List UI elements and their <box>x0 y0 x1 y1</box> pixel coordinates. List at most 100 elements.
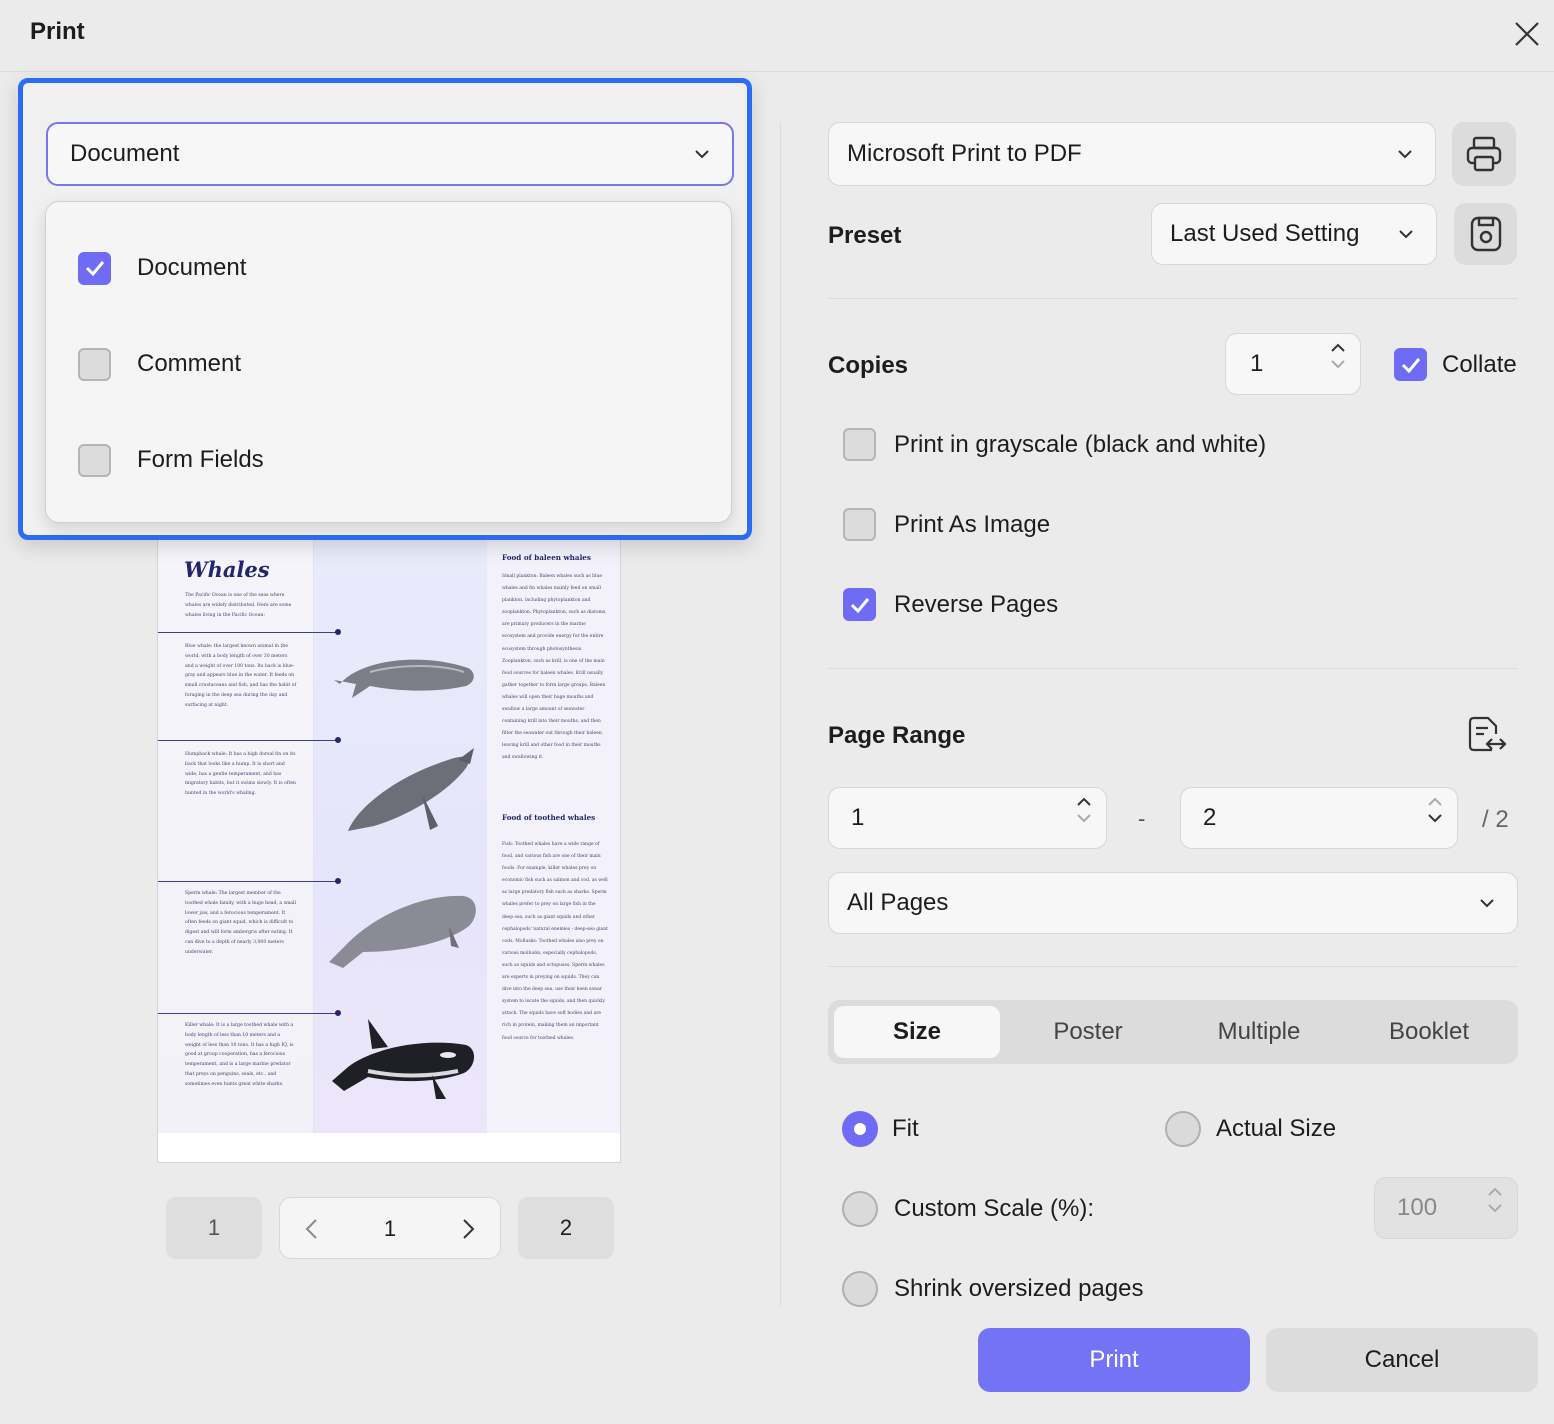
tab-size[interactable]: Size <box>834 1006 1000 1058</box>
custom-scale-option[interactable]: Custom Scale (%): <box>842 1191 1094 1227</box>
content-select[interactable]: Document <box>46 122 734 186</box>
preset-select[interactable]: Last Used Setting <box>1151 203 1437 265</box>
preset-label: Preset <box>828 222 902 249</box>
chevron-up-icon[interactable] <box>1427 796 1443 808</box>
preview-divider <box>158 632 338 633</box>
grayscale-option[interactable]: Print in grayscale (black and white) <box>843 428 1266 461</box>
shrink-oversized-option[interactable]: Shrink oversized pages <box>842 1271 1143 1307</box>
copies-value: 1 <box>1250 350 1264 377</box>
actual-size-radio[interactable] <box>1165 1111 1201 1147</box>
reverse-pages-option[interactable]: Reverse Pages <box>843 588 1058 621</box>
chevron-down-icon[interactable] <box>1427 812 1443 824</box>
page-range-from-stepper[interactable] <box>1076 796 1092 824</box>
custom-scale-radio[interactable] <box>842 1191 878 1227</box>
previous-page-button[interactable] <box>294 1212 328 1246</box>
copies-input[interactable]: 1 <box>1225 333 1361 395</box>
page-range-swap-button[interactable] <box>1466 714 1508 756</box>
tab-multiple[interactable]: Multiple <box>1176 1006 1342 1058</box>
chevron-down-icon <box>1480 899 1494 908</box>
dropdown-option-comment[interactable]: Comment <box>46 332 733 396</box>
last-page-button[interactable]: 2 <box>518 1197 614 1259</box>
first-page-button[interactable]: 1 <box>166 1197 262 1259</box>
page-range-mode-select[interactable]: All Pages <box>828 872 1518 934</box>
preview-marker <box>335 737 341 743</box>
tab-booklet[interactable]: Booklet <box>1346 1006 1512 1058</box>
cancel-button[interactable]: Cancel <box>1266 1328 1538 1392</box>
chevron-left-icon <box>305 1219 317 1239</box>
preview-marker <box>335 878 341 884</box>
reverse-pages-checkbox[interactable] <box>843 588 876 621</box>
printer-select-value: Microsoft Print to PDF <box>847 140 1082 167</box>
print-as-image-label: Print As Image <box>894 510 1051 538</box>
section-divider <box>828 298 1518 299</box>
shrink-oversized-label: Shrink oversized pages <box>894 1275 1144 1302</box>
close-button[interactable] <box>1508 15 1546 53</box>
chevron-up-icon[interactable] <box>1330 342 1346 354</box>
page-range-from-input[interactable]: 1 <box>828 787 1107 849</box>
print-as-image-checkbox[interactable] <box>843 508 876 541</box>
page-range-to-input[interactable]: 2 <box>1180 787 1458 849</box>
page-range-to-value: 2 <box>1203 804 1217 831</box>
blue-whale-illustration <box>334 659 474 698</box>
close-icon <box>1515 22 1539 46</box>
fit-radio[interactable] <box>842 1111 878 1147</box>
actual-size-label: Actual Size <box>1216 1115 1337 1142</box>
page-range-mode-value: All Pages <box>847 889 949 916</box>
page-range-swap-icon <box>1468 716 1507 752</box>
chevron-up-icon[interactable] <box>1487 1186 1503 1198</box>
preview-toothed-text: Fish: Toothed whales have a wide range o… <box>502 842 608 1041</box>
chevron-down-icon[interactable] <box>1487 1202 1503 1214</box>
preview-title: Whales <box>184 557 270 582</box>
save-icon <box>1470 216 1501 252</box>
chevron-down-icon[interactable] <box>1330 358 1346 370</box>
print-as-image-option[interactable]: Print As Image <box>843 508 1050 541</box>
copies-stepper[interactable] <box>1330 342 1346 370</box>
preview-toothed-heading: Food of toothed whales <box>502 813 596 822</box>
content-select-value: Document <box>70 140 180 167</box>
dialog-title: Print <box>30 18 85 45</box>
option-label: Comment <box>137 350 242 377</box>
printer-icon <box>1466 136 1502 172</box>
actual-size-option[interactable]: Actual Size <box>1165 1111 1336 1147</box>
print-button[interactable]: Print <box>978 1328 1250 1392</box>
custom-scale-label: Custom Scale (%): <box>894 1195 1095 1222</box>
custom-scale-stepper[interactable] <box>1487 1186 1503 1214</box>
page-total: / 2 <box>1482 806 1509 833</box>
preview-humpback-text: Humpback whale: It has a high dorsal fin… <box>185 752 297 797</box>
printer-properties-button[interactable] <box>1452 122 1516 186</box>
title-bar <box>0 0 1554 72</box>
option-label: Form Fields <box>137 446 264 473</box>
document-checkbox[interactable] <box>78 251 111 285</box>
page-navigator: 1 <box>279 1197 501 1259</box>
grayscale-checkbox[interactable] <box>843 428 876 461</box>
dropdown-option-document[interactable]: Document <box>46 236 733 300</box>
printer-select[interactable]: Microsoft Print to PDF <box>828 122 1436 186</box>
preview-divider <box>158 740 338 741</box>
preview-blue-whale-text: Blue whale: the largest known animal in … <box>185 644 297 708</box>
collate-label: Collate <box>1442 350 1517 378</box>
tab-poster[interactable]: Poster <box>1005 1006 1171 1058</box>
fit-option[interactable]: Fit <box>842 1111 919 1147</box>
page-range-to-stepper[interactable] <box>1427 796 1443 824</box>
comment-checkbox[interactable] <box>78 347 111 381</box>
chevron-up-icon[interactable] <box>1076 796 1092 808</box>
preview-divider <box>158 881 338 882</box>
panel-divider <box>780 122 781 1308</box>
collate-checkbox[interactable] <box>1394 348 1427 381</box>
custom-scale-input[interactable]: 100 <box>1374 1177 1518 1239</box>
preview-sperm-whale-text: Sperm whale: The largest member of the t… <box>185 891 296 955</box>
fit-label: Fit <box>892 1115 919 1142</box>
preview-baleen-heading: Food of baleen whales <box>502 553 591 562</box>
chevron-down-icon[interactable] <box>1076 812 1092 824</box>
current-page-input[interactable]: 1 <box>358 1212 422 1246</box>
form-fields-checkbox[interactable] <box>78 443 111 477</box>
shrink-oversized-radio[interactable] <box>842 1271 878 1307</box>
custom-scale-value: 100 <box>1397 1194 1438 1221</box>
humpback-whale-illustration <box>348 748 474 831</box>
preview-killer-whale-text: Killer whale: It is a large toothed whal… <box>185 1023 294 1087</box>
layout-tabs: Size Poster Multiple Booklet <box>828 1000 1518 1064</box>
next-page-button[interactable] <box>452 1212 486 1246</box>
collate-option[interactable]: Collate <box>1394 348 1517 381</box>
save-preset-button[interactable] <box>1454 203 1517 265</box>
dropdown-option-form-fields[interactable]: Form Fields <box>46 428 733 492</box>
